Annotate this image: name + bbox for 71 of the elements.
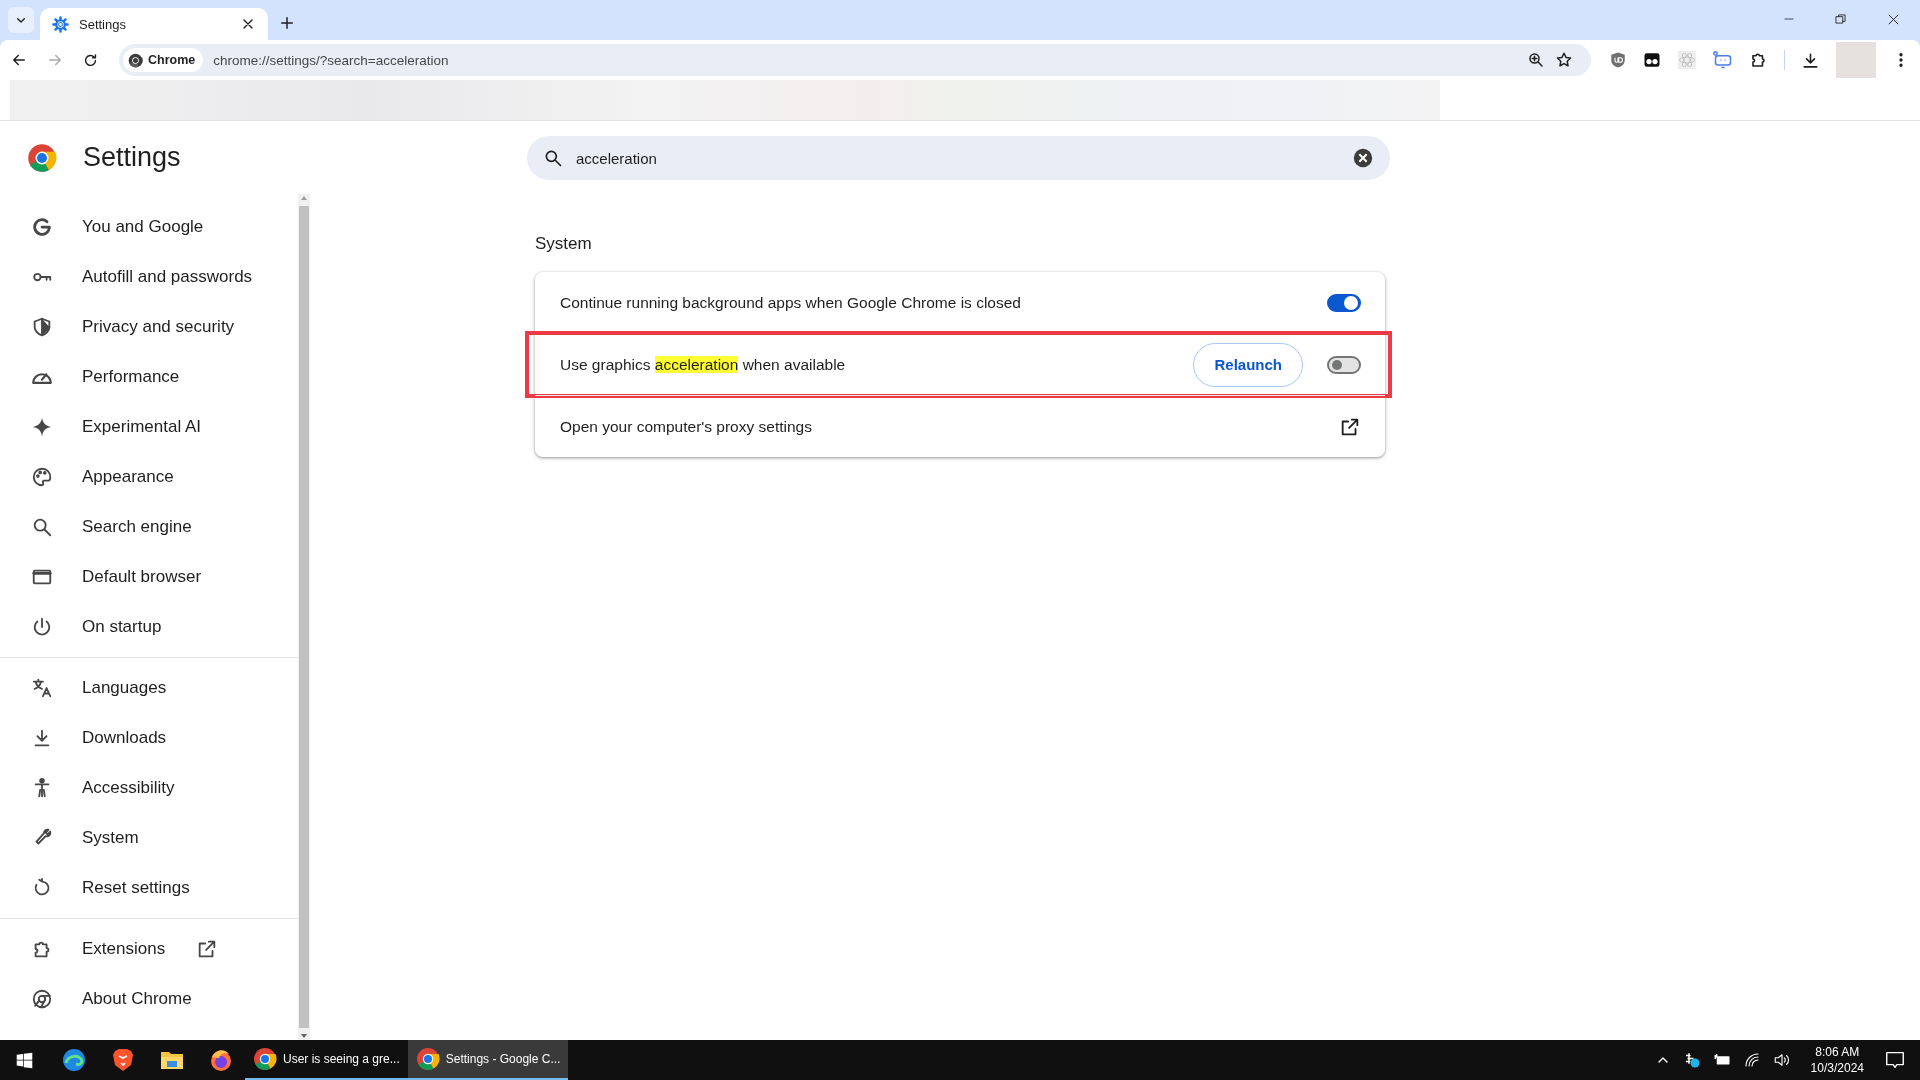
google-g-icon (31, 216, 53, 238)
section-title: System (535, 234, 592, 254)
swirl-icon[interactable] (61, 1048, 86, 1072)
search-bar[interactable]: acceleration (527, 136, 1390, 180)
site-label: Chrome (148, 53, 196, 67)
toggle-switch[interactable] (1327, 293, 1361, 312)
scrollbar[interactable] (298, 194, 310, 1040)
search-field[interactable]: acceleration (574, 148, 1341, 168)
chrome-logo-icon (27, 142, 57, 173)
search-icon (543, 148, 563, 168)
search-icon (31, 516, 53, 538)
chrome-logo-icon (128, 52, 143, 68)
nav-item[interactable]: Accessibility (0, 763, 298, 813)
clock-date: 10/3/2024 (1810, 1060, 1864, 1076)
volume-icon[interactable] (1772, 1051, 1791, 1069)
restore-icon[interactable] (1834, 12, 1848, 26)
nav-item[interactable]: Search engine (0, 502, 298, 552)
download-icon[interactable] (1801, 50, 1820, 70)
power-icon (31, 616, 53, 638)
browser-icon (253, 1047, 277, 1071)
setting-label: Use graphics acceleration when available (560, 355, 847, 374)
scroll-down-icon[interactable] (301, 1034, 307, 1038)
shield-icon[interactable] (1609, 51, 1627, 69)
reload-icon[interactable] (82, 51, 99, 69)
taskbar-window[interactable]: Settings - Google C... (407, 1040, 569, 1080)
setting-label: Continue running background apps when Google Chrome is closed (560, 293, 1022, 312)
relaunch-button[interactable]: Relaunch (1193, 342, 1303, 387)
nav-item[interactable]: Default browser (0, 552, 298, 602)
url-text: chrome://settings/?search=acceleration (213, 52, 450, 68)
close-icon[interactable] (1886, 12, 1901, 27)
nav-item[interactable]: You and Google (0, 202, 298, 252)
toggle-switch[interactable] (1327, 355, 1361, 374)
gear-icon (52, 15, 69, 33)
notification-icon[interactable] (1884, 1049, 1906, 1071)
taskbar-window[interactable]: User is seeing a gre... (245, 1040, 408, 1080)
nav-item[interactable]: System (0, 813, 298, 863)
nav-item[interactable]: Privacy and security (0, 302, 298, 352)
chrome-logo-icon (31, 988, 53, 1010)
shield-icon (31, 316, 53, 338)
clock-time: 8:06 AM (1815, 1044, 1860, 1060)
browser-icon (415, 1047, 440, 1071)
nav-item[interactable]: Reset settings (0, 863, 298, 913)
plus-icon[interactable] (278, 14, 296, 32)
nav-item[interactable]: Extensions (0, 924, 298, 974)
page-title: Settings (83, 142, 181, 173)
start-icon[interactable] (16, 1051, 33, 1069)
nav-item[interactable]: Performance (0, 352, 298, 402)
site-chip[interactable]: Chrome (123, 48, 204, 72)
nav-item[interactable]: On startup (0, 602, 298, 652)
browser-tab[interactable]: Settings (40, 8, 268, 40)
nav-item[interactable]: Languages (0, 663, 298, 713)
nav-item[interactable]: Downloads (0, 713, 298, 763)
folder-icon[interactable] (159, 1050, 184, 1070)
glasses-icon[interactable] (1643, 51, 1661, 69)
star-icon[interactable] (1555, 51, 1573, 69)
clear-icon[interactable] (1352, 147, 1374, 169)
tab-search-button[interactable] (8, 7, 34, 33)
address-bar[interactable]: Chrome chrome://settings/?search=acceleration (119, 44, 1591, 76)
robot-icon[interactable] (1713, 50, 1733, 70)
zoom-icon[interactable] (1527, 51, 1545, 69)
translate-icon (31, 677, 53, 699)
setting-label: Open your computer's proxy settings (560, 417, 813, 436)
nav-item[interactable]: About Chrome (0, 974, 298, 1024)
nav-item[interactable]: Autofill and passwords (0, 252, 298, 302)
fox-globe-icon[interactable] (208, 1048, 233, 1072)
wifi-icon[interactable] (1742, 1051, 1761, 1069)
nav-item[interactable]: Appearance (0, 452, 298, 502)
palette-icon (31, 466, 53, 488)
puzzle-icon[interactable] (1749, 50, 1768, 70)
nav-item[interactable]: Experimental AI (0, 402, 298, 452)
lion-shield-icon[interactable] (111, 1048, 134, 1072)
